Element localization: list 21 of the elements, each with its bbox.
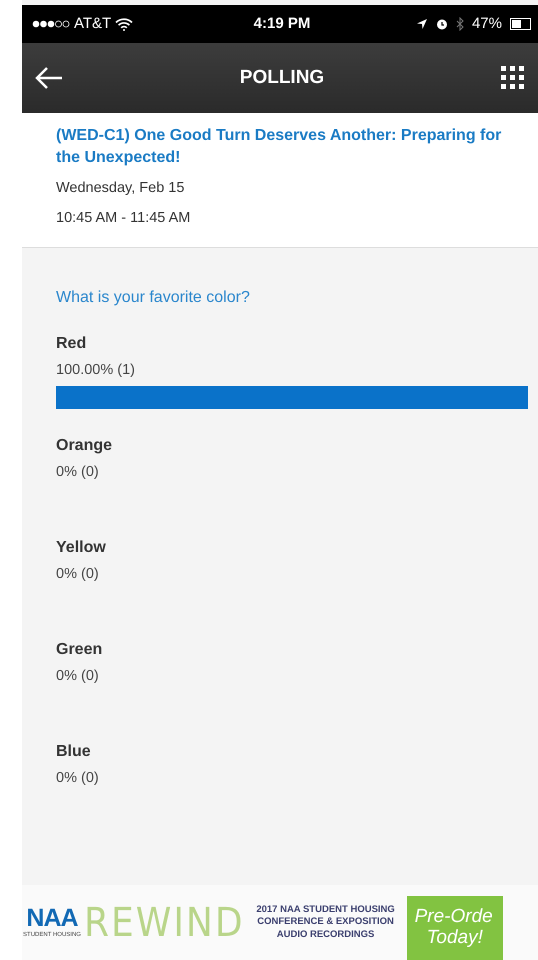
page-title: POLLING xyxy=(238,66,326,90)
option-result: 0% (0) xyxy=(56,565,100,584)
session-time: 10:45 AM - 11:45 AM xyxy=(56,208,192,228)
option-label: Green xyxy=(56,640,104,660)
session-date: Wednesday, Feb 15 xyxy=(56,178,186,198)
option-label: Orange xyxy=(56,436,114,456)
carrier-name: AT&T xyxy=(74,14,112,34)
banner-headline: 2017 NAA STUDENT HOUSING CONFERENCE & EXPOSITION AUDIO RECORDINGS xyxy=(255,904,396,942)
option-result: 0% (0) xyxy=(56,667,100,686)
option-result: 100.00% (1) xyxy=(56,361,136,380)
product-name: REWIND xyxy=(84,902,245,942)
status-time: 4:19 PM xyxy=(254,14,310,32)
session-title: (WED-C1) One Good Turn Deserves Another: Preparing for the Unexpected! xyxy=(56,126,502,168)
option-result: 0% (0) xyxy=(56,769,100,788)
poll-question: What is your favorite color? xyxy=(56,288,251,308)
option-label: Blue xyxy=(56,742,92,762)
logo-text: NAA xyxy=(26,906,78,930)
battery-percent: 47% xyxy=(472,14,502,34)
option-label: Red xyxy=(56,334,88,354)
option-result: 0% (0) xyxy=(56,463,100,482)
option-label: Yellow xyxy=(56,538,107,558)
